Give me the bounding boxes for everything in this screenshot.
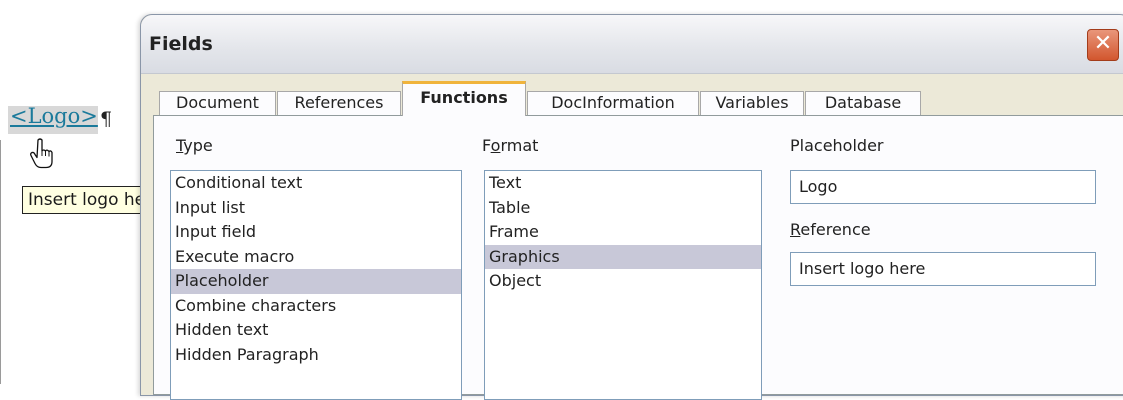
type-item[interactable]: Conditional text <box>171 171 461 196</box>
hand-pointer-icon <box>30 138 53 169</box>
type-item[interactable]: Execute macro <box>171 245 461 270</box>
type-item[interactable]: Input field <box>171 220 461 245</box>
close-icon: ✕ <box>1093 31 1113 56</box>
format-item[interactable]: Text <box>485 171 761 196</box>
tab-docinformation[interactable]: DocInformation <box>527 91 699 115</box>
tab-functions[interactable]: Functions <box>402 81 526 116</box>
fields-dialog: Fields ✕ Document References Functions D… <box>140 14 1123 400</box>
format-item[interactable]: Frame <box>485 220 761 245</box>
title-bar[interactable]: Fields ✕ <box>141 15 1123 74</box>
tab-document[interactable]: Document <box>159 91 276 115</box>
placeholder-input[interactable]: Logo <box>790 170 1096 204</box>
placeholder-label: Placeholder <box>790 136 884 155</box>
format-item-selected[interactable]: Graphics <box>485 244 761 269</box>
reference-label: Reference <box>790 220 871 239</box>
logo-placeholder-field[interactable]: <Logo> <box>10 104 98 128</box>
tab-database[interactable]: Database <box>805 91 921 115</box>
format-label: Format <box>482 136 539 155</box>
type-listbox[interactable]: Conditional text Input list Input field … <box>170 170 462 400</box>
type-item-selected[interactable]: Placeholder <box>171 269 461 294</box>
format-item[interactable]: Object <box>485 269 761 294</box>
type-item[interactable]: Hidden text <box>171 318 461 343</box>
format-item[interactable]: Table <box>485 196 761 221</box>
dialog-title: Fields <box>149 33 213 55</box>
type-item[interactable]: Input list <box>171 196 461 221</box>
tab-variables[interactable]: Variables <box>700 91 804 115</box>
format-listbox[interactable]: Text Table Frame Graphics Object <box>484 170 762 400</box>
type-item[interactable]: Combine characters <box>171 294 461 319</box>
functions-panel: Type Conditional text Input list Input f… <box>153 115 1123 400</box>
tab-references[interactable]: References <box>277 91 401 115</box>
type-item[interactable]: Hidden Paragraph <box>171 343 461 368</box>
paragraph-mark: ¶ <box>100 108 113 130</box>
reference-input[interactable]: Insert logo here <box>790 252 1096 286</box>
page-edge <box>0 140 1 384</box>
type-label: Type <box>176 136 213 155</box>
close-button[interactable]: ✕ <box>1087 29 1119 61</box>
